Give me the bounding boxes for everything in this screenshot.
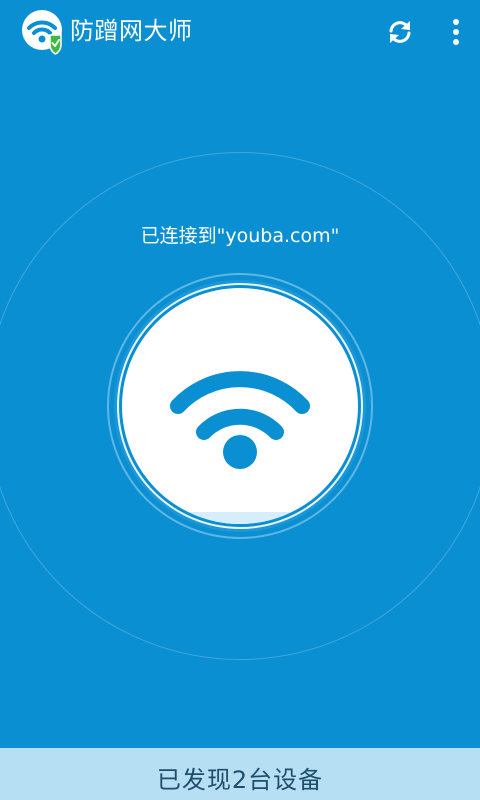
more-menu-button[interactable] <box>436 12 476 52</box>
connection-status-text: 已连接到"youba.com" <box>140 225 340 247</box>
refresh-icon <box>389 21 411 43</box>
wifi-shield-icon <box>20 8 68 56</box>
devices-found-label: 已发现2台设备 <box>156 766 324 794</box>
wifi-scan-button[interactable] <box>122 288 358 524</box>
refresh-button[interactable] <box>380 12 420 52</box>
wifi-icon <box>170 371 310 469</box>
progress-wave <box>122 512 358 524</box>
app-title: 防蹭网大师 <box>70 17 193 45</box>
app-screen: 防蹭网大师 已连接到"youba.com" 已发现2台设备 <box>0 0 480 800</box>
more-vertical-icon <box>453 19 459 45</box>
devices-found-bar[interactable]: 已发现2台设备 <box>0 748 480 800</box>
top-bar: 防蹭网大师 <box>0 0 480 64</box>
